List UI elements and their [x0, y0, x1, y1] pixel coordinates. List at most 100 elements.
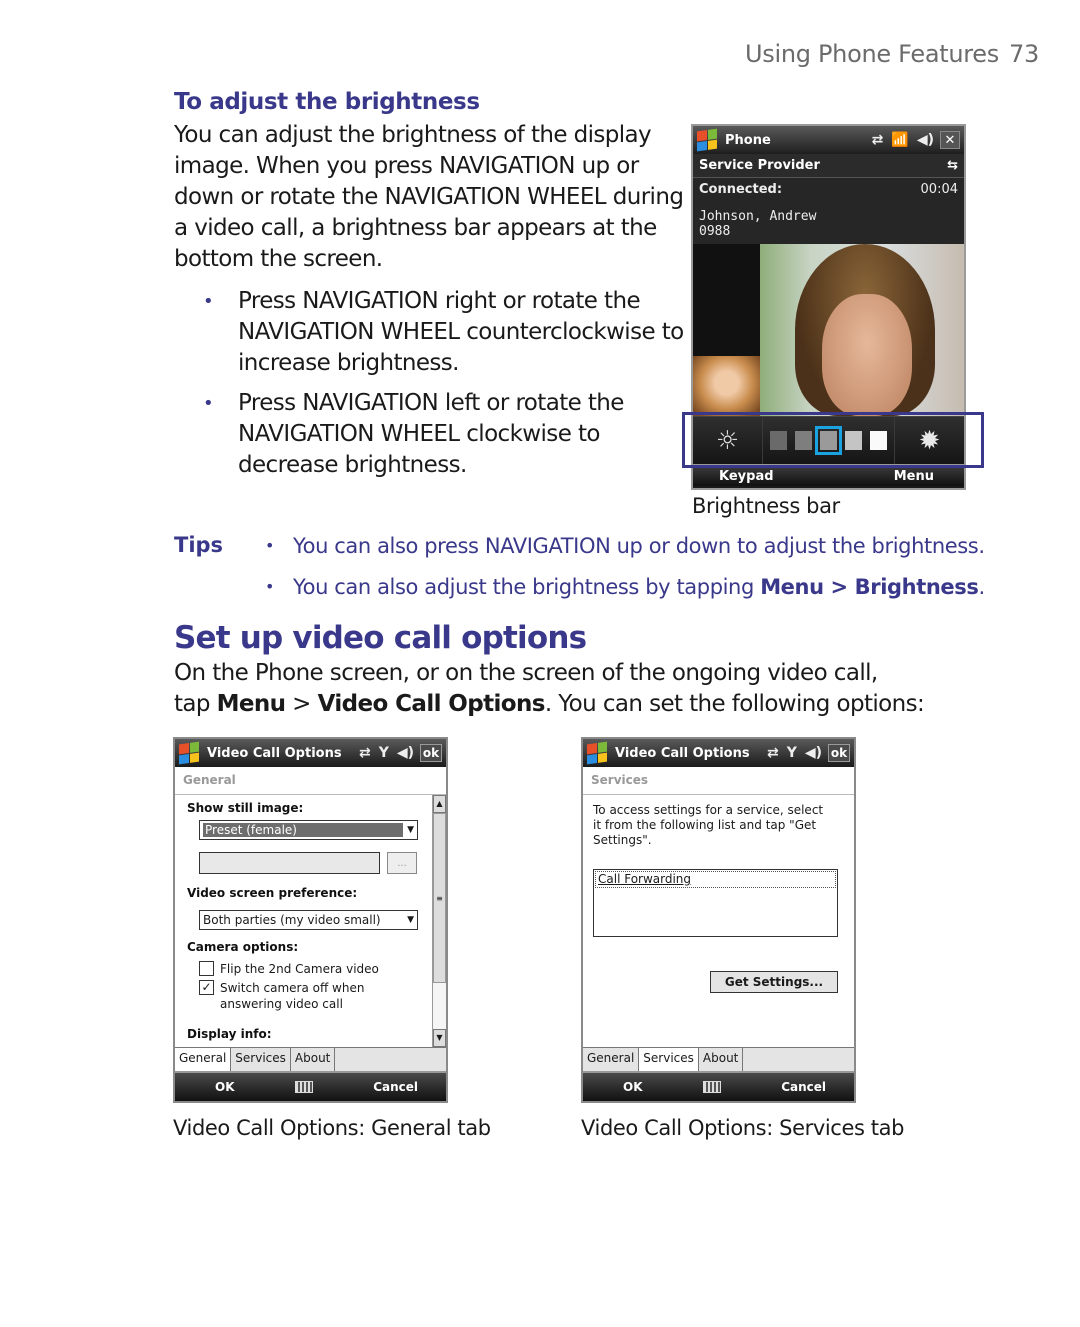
display-info-label: Display info:: [187, 1027, 272, 1041]
tips-label: Tips: [174, 533, 224, 557]
tab-services[interactable]: Services: [639, 1048, 699, 1071]
brightness-bullets: • Press NAVIGATION right or rotate the NA…: [200, 286, 685, 490]
tab-services[interactable]: Services: [231, 1048, 291, 1071]
call-info: Connected: 00:04 Johnson, Andrew 0988: [693, 178, 964, 244]
phone-title-bar: Phone ⇄ 📶 ◀) ✕: [693, 126, 964, 154]
ok-softkey[interactable]: OK: [623, 1080, 643, 1094]
bullet-icon: •: [265, 577, 275, 596]
general-body: Show still image: Preset (female) ▼ ... V…: [175, 795, 446, 1047]
dialog-tabs: General Services About: [175, 1047, 446, 1071]
chevron-down-icon: ▼: [407, 915, 414, 925]
bullet-icon: •: [265, 536, 275, 555]
services-instruction: To access settings for a service, select…: [593, 803, 824, 847]
tab-general[interactable]: General: [583, 1048, 640, 1071]
services-dialog: Video Call Options ⇄ Y ◀) ok Services To…: [581, 737, 856, 1103]
cancel-softkey[interactable]: Cancel: [781, 1080, 826, 1094]
tip-item: • You can also adjust the brightness by t…: [265, 575, 985, 599]
general-caption: Video Call Options: General tab: [173, 1116, 491, 1140]
service-provider-bar: Service Provider ⇆: [693, 154, 964, 178]
section-body: On the Phone screen, or on the screen of…: [174, 660, 925, 717]
tips-list: • You can also press NAVIGATION up or dow…: [265, 532, 985, 614]
signal-icon[interactable]: 📶: [891, 132, 908, 148]
local-video-pip: [693, 356, 760, 416]
scroll-down-icon[interactable]: ▼: [433, 1029, 446, 1047]
switch-camera-off-checkbox[interactable]: ✓ Switch camera off when answering video …: [199, 980, 390, 1012]
switch-camera-icon[interactable]: ⇆: [947, 158, 958, 173]
flip-camera-checkbox[interactable]: Flip the 2nd Camera video: [199, 961, 390, 977]
browse-button[interactable]: ...: [387, 852, 417, 874]
chapter-title: Using Phone Features: [745, 40, 999, 68]
get-settings-button[interactable]: Get Settings...: [710, 971, 838, 993]
checkbox-icon[interactable]: [199, 961, 214, 976]
chevron-down-icon: ▼: [407, 825, 414, 835]
connectivity-icon[interactable]: ⇄: [359, 745, 371, 761]
windows-start-icon[interactable]: [697, 128, 717, 152]
checkbox-icon[interactable]: ✓: [199, 980, 214, 995]
still-image-select[interactable]: Preset (female) ▼: [199, 820, 418, 840]
remote-video: [760, 244, 964, 416]
contact-name: Johnson, Andrew: [699, 209, 817, 224]
bullet-icon: •: [203, 291, 214, 312]
call-status: Connected:: [699, 182, 783, 197]
still-image-path-field[interactable]: [199, 852, 380, 874]
vertical-scrollbar[interactable]: ▲ ≡ ▼: [432, 795, 446, 1047]
bullet-icon: •: [203, 393, 214, 414]
show-still-image-label: Show still image:: [187, 801, 304, 815]
section-heading: Set up video call options: [174, 620, 587, 656]
windows-start-icon[interactable]: [179, 741, 199, 765]
volume-icon[interactable]: ◀): [917, 132, 934, 148]
camera-options-label: Camera options:: [187, 940, 299, 954]
scroll-thumb[interactable]: ≡: [433, 813, 446, 983]
running-head: Using Phone Features 73: [745, 40, 1039, 68]
contact-number: 0988: [699, 224, 731, 239]
windows-start-icon[interactable]: [587, 741, 607, 765]
connectivity-icon[interactable]: ⇄: [872, 132, 884, 148]
connectivity-icon[interactable]: ⇄: [767, 745, 779, 761]
video-pref-select[interactable]: Both parties (my video small) ▼: [199, 910, 418, 930]
dialog-title: Video Call Options: [207, 745, 342, 761]
volume-icon[interactable]: ◀): [397, 745, 414, 761]
phone-title: Phone: [725, 132, 771, 148]
tip-item: • You can also press NAVIGATION up or dow…: [265, 534, 985, 558]
dialog-title-bar: Video Call Options ⇄ Y ◀) ok: [175, 739, 446, 767]
keyboard-icon[interactable]: [702, 1081, 721, 1093]
bullet-item: • Press NAVIGATION left or rotate the NAV…: [203, 390, 624, 478]
ok-softkey[interactable]: OK: [215, 1080, 235, 1094]
dialog-tabs: General Services About: [583, 1047, 854, 1071]
keyboard-icon[interactable]: [294, 1081, 313, 1093]
brightness-caption: Brightness bar: [692, 494, 840, 518]
video-pref-label: Video screen preference:: [187, 886, 358, 900]
dialog-softkeys: OK Cancel: [583, 1071, 854, 1101]
signal-icon[interactable]: Y: [379, 745, 389, 761]
scroll-up-icon[interactable]: ▲: [433, 795, 446, 813]
signal-icon[interactable]: Y: [787, 745, 797, 761]
dialog-softkeys: OK Cancel: [175, 1071, 446, 1101]
services-caption: Video Call Options: Services tab: [581, 1116, 905, 1140]
brightness-intro: You can adjust the brightness of the dis…: [174, 122, 684, 272]
tab-about[interactable]: About: [698, 1048, 744, 1071]
cancel-softkey[interactable]: Cancel: [373, 1080, 418, 1094]
services-body: To access settings for a service, select…: [583, 795, 854, 1047]
service-provider: Service Provider: [699, 158, 820, 173]
ok-button[interactable]: ok: [420, 744, 442, 762]
list-item[interactable]: Call Forwarding: [595, 871, 836, 888]
tab-general[interactable]: General: [175, 1048, 232, 1071]
brightness-highlight-box: [682, 412, 984, 468]
tab-about[interactable]: About: [290, 1048, 336, 1071]
bullet-item: • Press NAVIGATION right or rotate the NA…: [203, 288, 684, 376]
menu-softkey[interactable]: Menu: [894, 469, 934, 484]
video-area: [693, 244, 964, 416]
keypad-softkey[interactable]: Keypad: [719, 469, 774, 484]
ok-button[interactable]: ok: [828, 744, 850, 762]
services-list[interactable]: Call Forwarding: [593, 869, 838, 937]
close-icon[interactable]: ✕: [940, 131, 960, 149]
page-number: 73: [1008, 40, 1039, 68]
brightness-heading: To adjust the brightness: [174, 89, 480, 115]
call-timer: 00:04: [920, 182, 958, 197]
dialog-title-bar: Video Call Options ⇄ Y ◀) ok: [583, 739, 854, 767]
dialog-subtitle: Services: [583, 767, 854, 795]
volume-icon[interactable]: ◀): [805, 745, 822, 761]
general-dialog: Video Call Options ⇄ Y ◀) ok General Sho…: [173, 737, 448, 1103]
dialog-title: Video Call Options: [615, 745, 750, 761]
dialog-subtitle: General: [175, 767, 446, 795]
